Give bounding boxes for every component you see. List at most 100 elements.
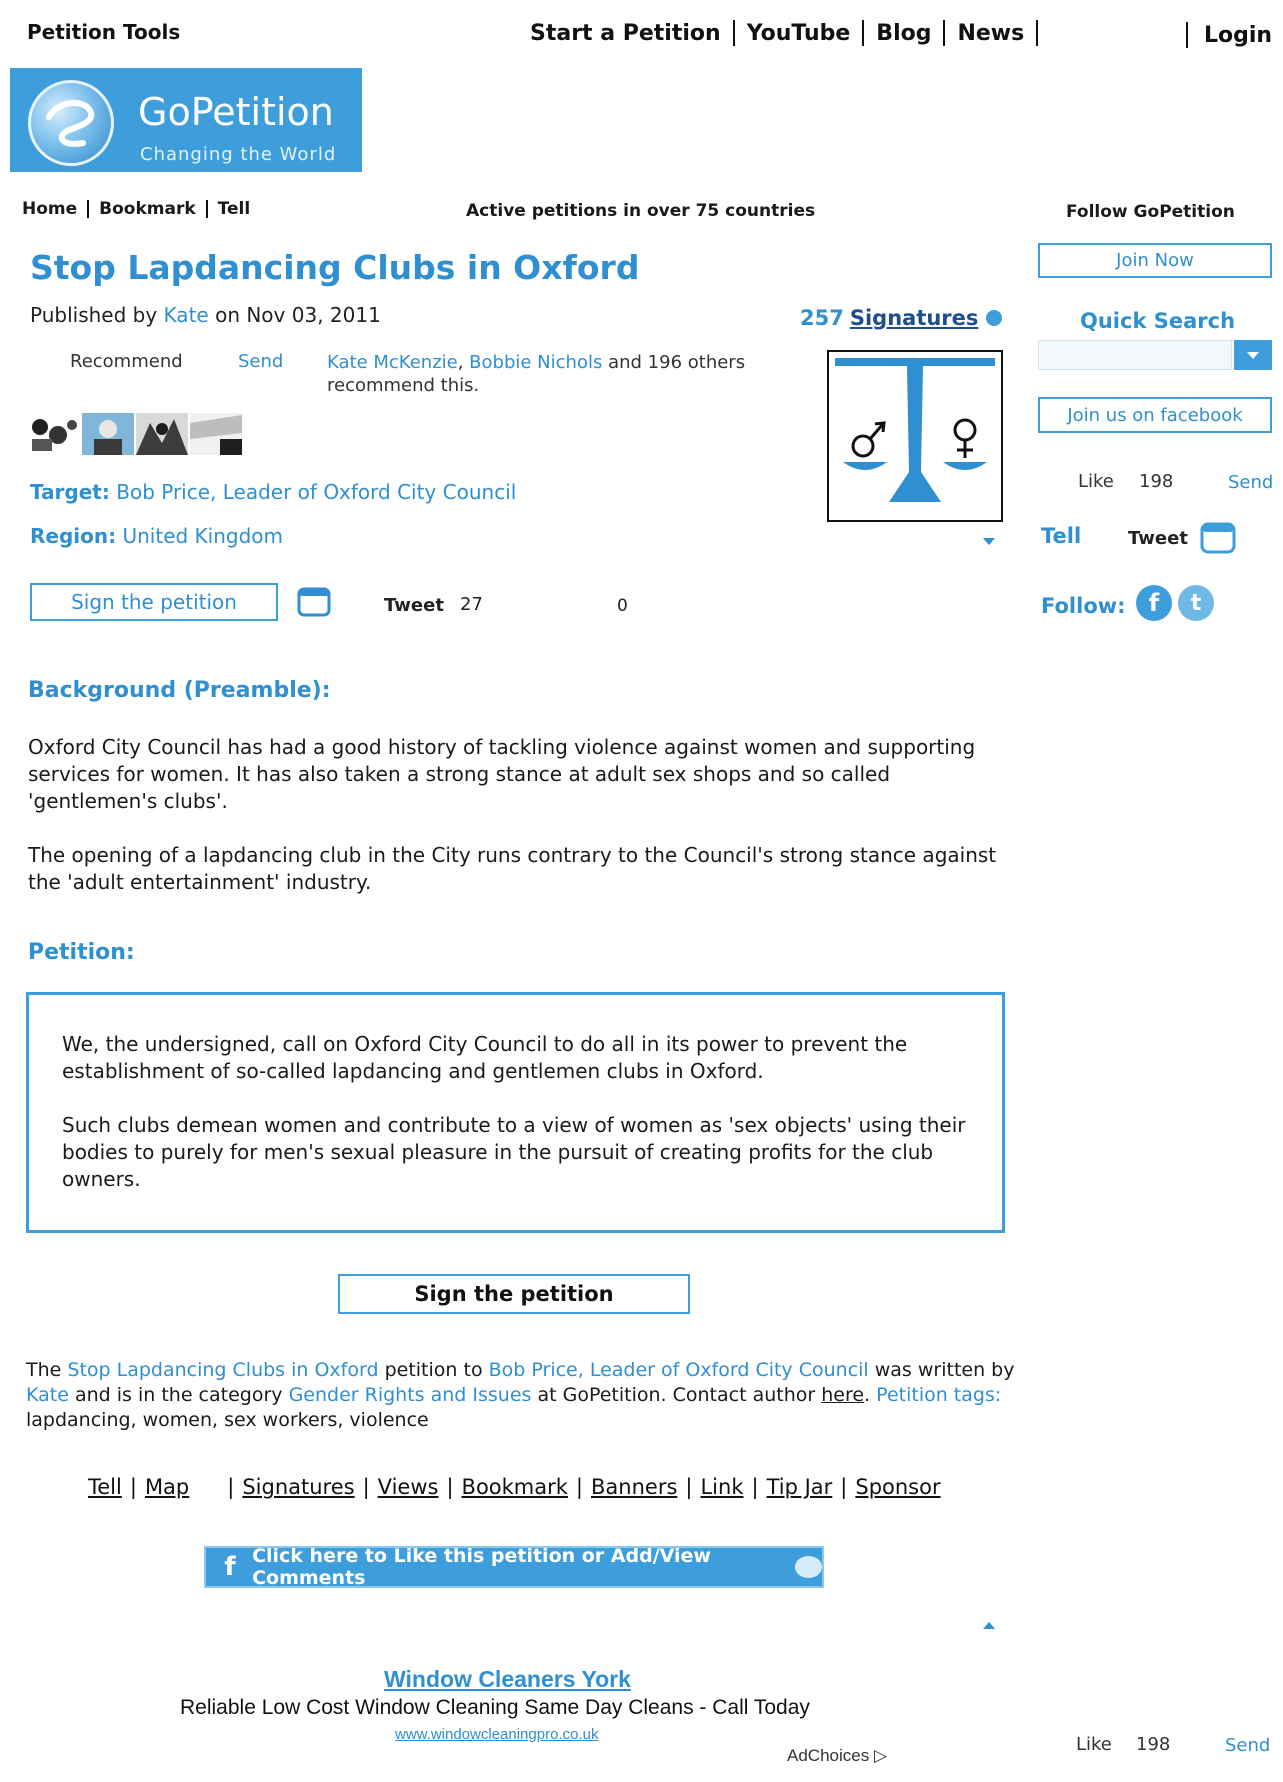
- send-link[interactable]: Send: [1225, 1735, 1270, 1756]
- footer-link-tell[interactable]: Tell: [88, 1475, 122, 1499]
- quick-search-input[interactable]: [1038, 340, 1232, 370]
- nav-divider: [732, 20, 735, 46]
- summary-text: petition to: [384, 1359, 483, 1381]
- page-title: Stop Lapdancing Clubs in Oxford: [30, 248, 640, 287]
- summary-text: was written by: [874, 1359, 1015, 1381]
- avatar[interactable]: [28, 413, 80, 455]
- background-paragraph: The opening of a lapdancing club in the …: [28, 843, 997, 894]
- recommender-link[interactable]: Kate McKenzie: [327, 352, 458, 373]
- target-value[interactable]: Bob Price, Leader of Oxford City Council: [116, 480, 516, 504]
- facebook-comments-bar[interactable]: f Click here to Like this petition or Ad…: [204, 1545, 824, 1589]
- region-value[interactable]: United Kingdom: [122, 524, 283, 548]
- summary-text: and is in the category: [74, 1384, 283, 1406]
- footer-link-views[interactable]: Views: [378, 1475, 439, 1499]
- join-now-button[interactable]: Join Now: [1038, 243, 1272, 278]
- target-link[interactable]: Bob Price, Leader of Oxford City Council: [489, 1359, 869, 1381]
- ad-title-link[interactable]: Window Cleaners York: [384, 1666, 631, 1693]
- background-paragraph: Oxford City Council has had a good histo…: [28, 735, 976, 813]
- avatar[interactable]: [136, 413, 188, 455]
- category-link[interactable]: Gender Rights and Issues: [289, 1384, 532, 1406]
- globe-icon: [28, 80, 114, 166]
- twitter-icon[interactable]: t: [1178, 585, 1214, 621]
- send-link[interactable]: Send: [238, 351, 283, 372]
- share-box-icon[interactable]: [1200, 520, 1236, 554]
- login-area: Login: [1186, 22, 1272, 48]
- tell-link[interactable]: Tell: [1041, 524, 1081, 548]
- footer-link-map[interactable]: Map: [145, 1475, 189, 1499]
- petition-paragraph: Such clubs demean women and contribute t…: [62, 1113, 966, 1191]
- avatar[interactable]: [190, 413, 242, 455]
- share-box-icon[interactable]: [297, 585, 331, 617]
- follow-gopetition-heading: Follow GoPetition: [1066, 202, 1235, 222]
- link-divider: |: [227, 1475, 235, 1499]
- nav-start-petition[interactable]: Start a Petition: [530, 21, 721, 46]
- footer-link-banners[interactable]: Banners: [591, 1475, 677, 1499]
- follow-label: Follow:: [1041, 594, 1126, 618]
- brand-name: GoPetition: [138, 90, 334, 134]
- subnav-bookmark[interactable]: Bookmark: [99, 199, 196, 219]
- recommend-button[interactable]: Recommend: [70, 351, 183, 372]
- chevron-up-icon[interactable]: [983, 1622, 995, 1629]
- footer-link-tip-jar[interactable]: Tip Jar: [767, 1475, 833, 1499]
- footer-link-signatures[interactable]: Signatures: [242, 1475, 354, 1499]
- recommender-link[interactable]: Bobbie Nichols: [469, 352, 602, 373]
- recommenders-text: Kate McKenzie, Bobbie Nichols and 196 ot…: [327, 352, 746, 396]
- link-divider: |: [362, 1475, 370, 1499]
- adchoices-icon: ▷: [873, 1746, 888, 1765]
- footer-link-bookmark[interactable]: Bookmark: [462, 1475, 568, 1499]
- gender-scale-image: [827, 350, 1003, 522]
- share-count: 0: [617, 596, 628, 616]
- link-divider: |: [685, 1475, 693, 1499]
- petition-heading: Petition:: [28, 940, 135, 965]
- gopetition-logo[interactable]: GoPetition Changing the World: [10, 68, 362, 172]
- author-link[interactable]: Kate: [164, 303, 209, 327]
- sign-petition-button-bottom[interactable]: Sign the petition: [338, 1274, 690, 1314]
- quick-search-dropdown-button[interactable]: [1234, 340, 1272, 370]
- tags-list: lapdancing, women, sex workers, violence: [26, 1409, 429, 1431]
- sub-nav: Home Bookmark Tell: [22, 199, 250, 219]
- link-divider: |: [840, 1475, 848, 1499]
- region-label: Region:: [30, 524, 117, 548]
- sign-petition-button[interactable]: Sign the petition: [30, 583, 278, 621]
- footer-link-link[interactable]: Link: [700, 1475, 743, 1499]
- published-prefix: Published by: [30, 303, 158, 327]
- contact-here-link[interactable]: here: [821, 1384, 864, 1406]
- footer-link-sponsor[interactable]: Sponsor: [855, 1475, 940, 1499]
- like-button[interactable]: Like: [1076, 1734, 1112, 1755]
- signature-count: 257 Signatures: [800, 306, 1003, 330]
- ad-url-link[interactable]: www.windowcleaningpro.co.uk: [395, 1726, 598, 1743]
- like-button[interactable]: Like: [1078, 471, 1114, 492]
- subnav-home[interactable]: Home: [22, 199, 77, 219]
- like-count: 198: [1136, 1734, 1171, 1755]
- chevron-down-icon[interactable]: [983, 538, 995, 545]
- join-facebook-button[interactable]: Join us on facebook: [1038, 397, 1272, 433]
- tweet-button[interactable]: Tweet: [1128, 528, 1188, 549]
- login-link[interactable]: Login: [1204, 23, 1272, 48]
- background-text: Oxford City Council has had a good histo…: [28, 734, 1018, 923]
- nav-blog[interactable]: Blog: [876, 21, 931, 46]
- nav-news[interactable]: News: [957, 21, 1024, 46]
- tags-label: Petition tags:: [876, 1384, 1002, 1406]
- recommender-avatars: [28, 413, 242, 455]
- active-petitions-text: Active petitions in over 75 countries: [466, 201, 816, 221]
- petition-paragraph: We, the undersigned, call on Oxford City…: [62, 1032, 908, 1083]
- signature-number: 257: [800, 306, 844, 330]
- subnav-tell[interactable]: Tell: [218, 199, 251, 219]
- info-icon[interactable]: [986, 310, 1003, 326]
- send-link[interactable]: Send: [1228, 472, 1273, 493]
- petition-tools-title: Petition Tools: [27, 20, 181, 44]
- signatures-link[interactable]: Signatures: [850, 306, 979, 330]
- facebook-bar-label: Click here to Like this petition or Add/…: [252, 1545, 711, 1589]
- nav-youtube[interactable]: YouTube: [747, 21, 851, 46]
- petition-link[interactable]: Stop Lapdancing Clubs in Oxford: [67, 1359, 378, 1381]
- facebook-icon[interactable]: f: [1136, 585, 1172, 621]
- summary-text: at GoPetition. Contact author: [537, 1384, 816, 1406]
- avatar[interactable]: [82, 413, 134, 455]
- nav-divider: [1186, 22, 1188, 48]
- adchoices-link[interactable]: AdChoices ▷: [787, 1746, 887, 1766]
- author-link[interactable]: Kate: [26, 1384, 69, 1406]
- published-by: Published by Kate on Nov 03, 2011: [30, 303, 381, 327]
- tweet-button[interactable]: Tweet: [384, 595, 444, 616]
- nav-divider: [87, 200, 90, 218]
- ad-description: Reliable Low Cost Window Cleaning Same D…: [180, 1696, 810, 1719]
